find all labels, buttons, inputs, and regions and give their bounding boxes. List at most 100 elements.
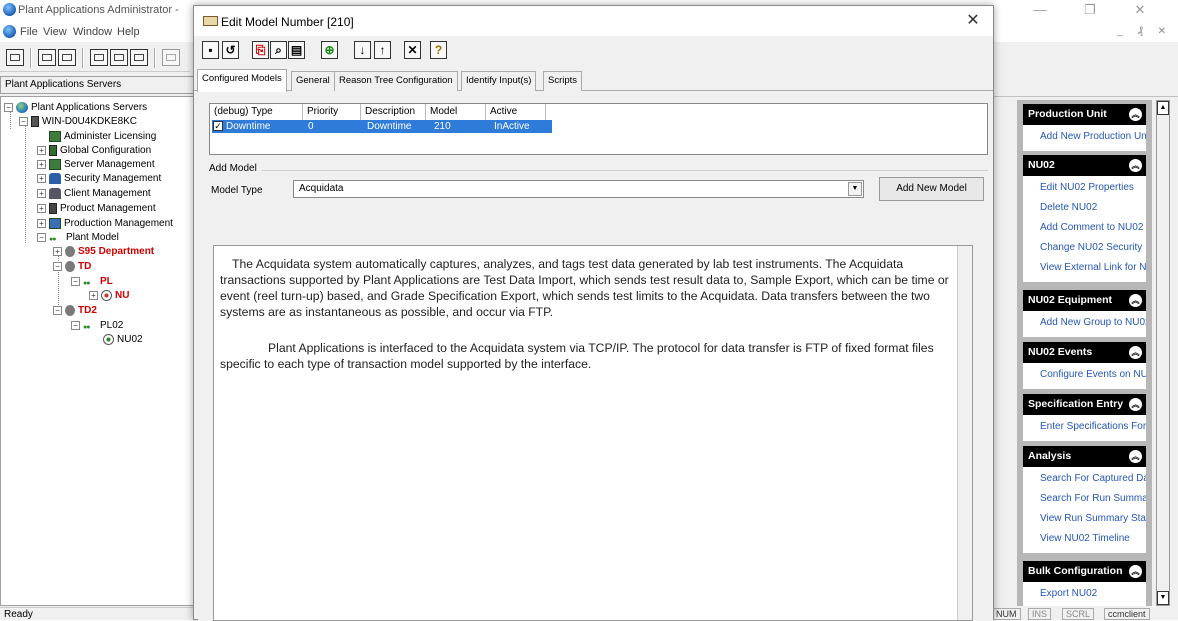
help-icon[interactable]: ? [430,41,447,59]
tree-node-nu[interactable]: + NU [89,289,129,303]
expand-icon[interactable]: + [53,246,62,256]
column-header-type[interactable]: (debug) Type [210,104,303,120]
collapse-icon[interactable]: − [71,320,80,330]
dialog-close-button[interactable]: ✕ [961,10,985,32]
menu-help[interactable]: Help [117,26,140,38]
task-group-header[interactable]: Analysis ︽ [1023,446,1146,467]
task-group-header[interactable]: Bulk Configuration ︽ [1023,561,1146,582]
task-view-external-link[interactable]: View External Link for NU02 [1023,258,1146,278]
properties-icon[interactable]: ▤ [288,41,305,59]
copy-model-icon[interactable]: ⎘ [252,41,269,59]
task-search-captured-data[interactable]: Search For Captured Data [1023,469,1146,489]
task-edit-nu02-properties[interactable]: Edit NU02 Properties [1023,178,1146,198]
menu-view[interactable]: View [43,26,67,38]
tree-node-root[interactable]: − Plant Applications Servers [4,101,147,115]
collapse-chevron-icon[interactable]: ︽ [1129,398,1142,411]
tab-configured-models[interactable]: Configured Models [197,69,287,92]
scroll-down-icon[interactable]: ▼ [1157,591,1169,605]
row-checkbox[interactable]: ✓ [213,121,223,131]
tree-node-client-management[interactable]: + Client Management [37,187,151,201]
tree-node-server-management[interactable]: + Server Management [37,158,155,172]
expand-icon[interactable]: + [37,145,46,155]
task-delete-nu02[interactable]: Delete NU02 [1023,198,1146,218]
collapse-chevron-icon[interactable]: ︽ [1129,565,1142,578]
tree-node-nu02[interactable]: NU02 [103,333,143,347]
collapse-chevron-icon[interactable]: ︽ [1129,294,1142,307]
task-configure-events[interactable]: Configure Events on NU02 [1023,365,1146,385]
save-icon[interactable]: ▪ [202,41,219,59]
tree-node-td2[interactable]: − TD2 [53,304,97,318]
tree-node-global-configuration[interactable]: + Global Configuration [37,144,151,158]
task-change-security[interactable]: Change NU02 Security [1023,238,1146,258]
tab-scripts[interactable]: Scripts [543,71,583,91]
task-group-header[interactable]: NU02 Equipment ︽ [1023,290,1146,311]
expand-icon[interactable]: + [37,159,46,169]
add-icon[interactable]: ⊕ [321,41,338,59]
task-add-new-group[interactable]: Add New Group to NU02 [1023,313,1146,333]
collapse-chevron-icon[interactable]: ︽ [1129,450,1142,463]
column-header-active[interactable]: Active [486,104,546,120]
tree-node-administer-licensing[interactable]: Administer Licensing [49,130,156,144]
move-down-icon[interactable]: ↓ [354,41,371,59]
tree-node-security-management[interactable]: + Security Management [37,172,161,186]
toolbar-tree-icon[interactable] [38,49,56,66]
collapse-icon[interactable]: − [71,276,80,286]
collapse-icon[interactable]: − [4,102,13,112]
collapse-icon[interactable]: − [37,232,46,242]
collapse-icon[interactable]: − [53,305,62,315]
expand-icon[interactable]: + [37,218,46,228]
menu-window[interactable]: Window [73,26,112,38]
menu-file[interactable]: File [20,26,38,38]
close-window-button[interactable]: ✕ [1120,2,1160,18]
chevron-down-icon[interactable]: ▼ [848,182,862,196]
tab-general[interactable]: General [291,71,335,91]
restore-button[interactable]: ❐ [1070,2,1110,18]
refresh-icon[interactable]: ↺ [222,41,239,59]
task-add-new-production-unit[interactable]: Add New Production Unit [1023,127,1146,147]
column-header-description[interactable]: Description [361,104,426,120]
tree-node-pl[interactable]: −PL [71,275,113,289]
mdi-window-controls[interactable]: _ ₰ ✕ [1117,26,1172,37]
tab-reason-tree-configuration[interactable]: Reason Tree Configuration [334,71,458,91]
toolbar-cascade-icon[interactable] [130,49,148,66]
collapse-icon[interactable]: − [53,261,62,271]
tree-node-plant-model[interactable]: −Plant Model [37,231,119,245]
model-type-select[interactable]: Acquidata ▼ [293,180,864,198]
task-group-header[interactable]: NU02 ︽ [1023,155,1146,176]
toolbar-up-icon[interactable] [6,49,24,66]
expand-icon[interactable]: + [37,203,46,213]
collapse-chevron-icon[interactable]: ︽ [1129,346,1142,359]
move-up-icon[interactable]: ↑ [374,41,391,59]
minimize-button[interactable]: — [1020,2,1060,17]
add-new-model-button[interactable]: Add New Model [879,177,984,201]
description-scrollbar[interactable] [957,246,972,620]
task-view-run-summary[interactable]: View Run Summary Statistics [1023,509,1146,529]
expand-icon[interactable]: + [37,188,46,198]
tab-identify-inputs[interactable]: Identify Input(s) [461,71,537,91]
tree-node-pl02[interactable]: −PL02 [71,319,123,333]
tree-node-production-management[interactable]: + Production Management [37,217,173,231]
scroll-up-icon[interactable]: ▲ [1157,101,1169,115]
tree-node-server[interactable]: − WIN-D0U4KDKE8KC [19,115,137,129]
column-header-priority[interactable]: Priority [303,104,361,120]
tree-node-s95-department[interactable]: + S95 Department [53,245,154,259]
collapse-icon[interactable]: − [19,116,28,126]
task-panel-scrollbar[interactable]: ▲ ▼ [1156,100,1170,606]
task-view-timeline[interactable]: View NU02 Timeline [1023,529,1146,549]
table-row[interactable]: ✓ Downtime 0 Downtime 210 InActive [212,120,552,133]
task-export-nu02[interactable]: Export NU02 [1023,584,1146,604]
search-icon[interactable]: ⌕ [270,41,287,59]
task-group-header[interactable]: NU02 Events ︽ [1023,342,1146,363]
column-header-model[interactable]: Model [426,104,486,120]
task-group-header[interactable]: Production Unit ︽ [1023,104,1146,125]
delete-icon[interactable]: ✕ [404,41,421,59]
toolbar-tile-horizontal-icon[interactable] [90,49,108,66]
expand-icon[interactable]: + [37,173,46,183]
tree-node-td[interactable]: − TD [53,260,91,274]
task-enter-specifications[interactable]: Enter Specifications For NU02 [1023,417,1146,437]
task-group-header[interactable]: Specification Entry ︽ [1023,394,1146,415]
configured-models-list[interactable]: (debug) Type Priority Description Model … [209,103,988,155]
expand-icon[interactable]: + [89,290,98,300]
toolbar-list-icon[interactable] [58,49,76,66]
task-search-run-summary[interactable]: Search For Run Summary Statistics [1023,489,1146,509]
